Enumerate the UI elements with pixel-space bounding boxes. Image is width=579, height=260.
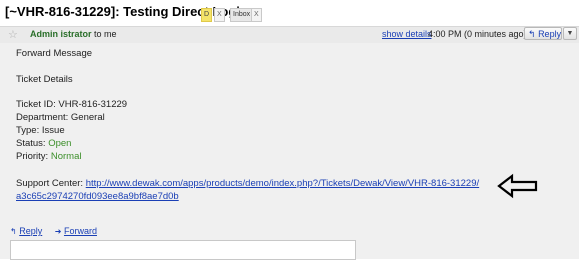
type-label: Type: [16,125,40,136]
body-line-ticket-details: Ticket Details [16,74,73,85]
priority-line: Priority: Normal [16,151,81,162]
label-d[interactable]: D [201,8,213,22]
subject-bar: [~VHR-816-31229]: Testing Direct Login D… [0,0,579,26]
reply-forward-bar: ↰ Reply ➜ Forward [10,226,97,236]
support-center-link-continued[interactable]: a3c65c2974270fd093ee8a9bf8ae7d0b [16,191,179,202]
priority-value: Normal [50,151,82,162]
status-value: Open [48,138,72,149]
arrow-left-icon [497,173,538,199]
message-time: 4:00 PM (0 minutes ago) [428,29,527,39]
department-value: General [70,112,105,123]
support-center-line: Support Center: http://www.dewak.com/app… [16,178,479,189]
type-value: Issue [41,125,65,136]
status-line: Status: Open [16,138,71,149]
forward-arrow-icon: ➜ [54,227,62,236]
type-line: Type: Issue [16,125,65,136]
reply-button-label: Reply [538,29,562,39]
message-container: ☆ Admin istrator to me show details 4:00… [0,26,579,260]
label-inbox-remove-button[interactable]: X [251,8,262,22]
ticket-id-value: VHR-816-31229 [58,99,128,110]
reply-arrow-icon: ↰ [528,29,536,39]
reply-link[interactable]: Reply [19,226,42,236]
department-line: Department: General [16,112,105,123]
show-details-link[interactable]: show details [382,29,432,39]
reply-arrow-icon: ↰ [10,227,17,236]
label-d-remove-button[interactable]: X [214,8,225,22]
sender-name[interactable]: Admin istrator [30,29,92,39]
sender-line: Admin istrator to me [30,29,117,39]
support-link-continuation: a3c65c2974270fd093ee8a9bf8ae7d0b [16,191,179,202]
label-inbox[interactable]: Inbox [230,8,254,22]
support-center-label: Support Center: [16,178,84,189]
message-header: ☆ Admin istrator to me show details 4:00… [0,27,579,43]
support-center-link[interactable]: http://www.dewak.com/apps/products/demo/… [86,178,479,189]
recipient-text: to me [94,29,117,39]
quick-reply-input[interactable] [10,240,356,260]
forward-link[interactable]: Forward [64,226,97,236]
priority-label: Priority: [16,151,49,162]
department-label: Department: [16,112,69,123]
body-line-forward: Forward Message [16,48,93,59]
star-icon[interactable]: ☆ [8,28,18,41]
chevron-down-icon: ▼ [566,30,574,37]
ticket-id-label: Ticket ID: [16,99,56,110]
ticket-id-line: Ticket ID: VHR-816-31229 [16,99,127,110]
reply-button[interactable]: ↰ Reply [524,27,562,40]
reply-dropdown-button[interactable]: ▼ [563,27,577,40]
status-label: Status: [16,138,46,149]
